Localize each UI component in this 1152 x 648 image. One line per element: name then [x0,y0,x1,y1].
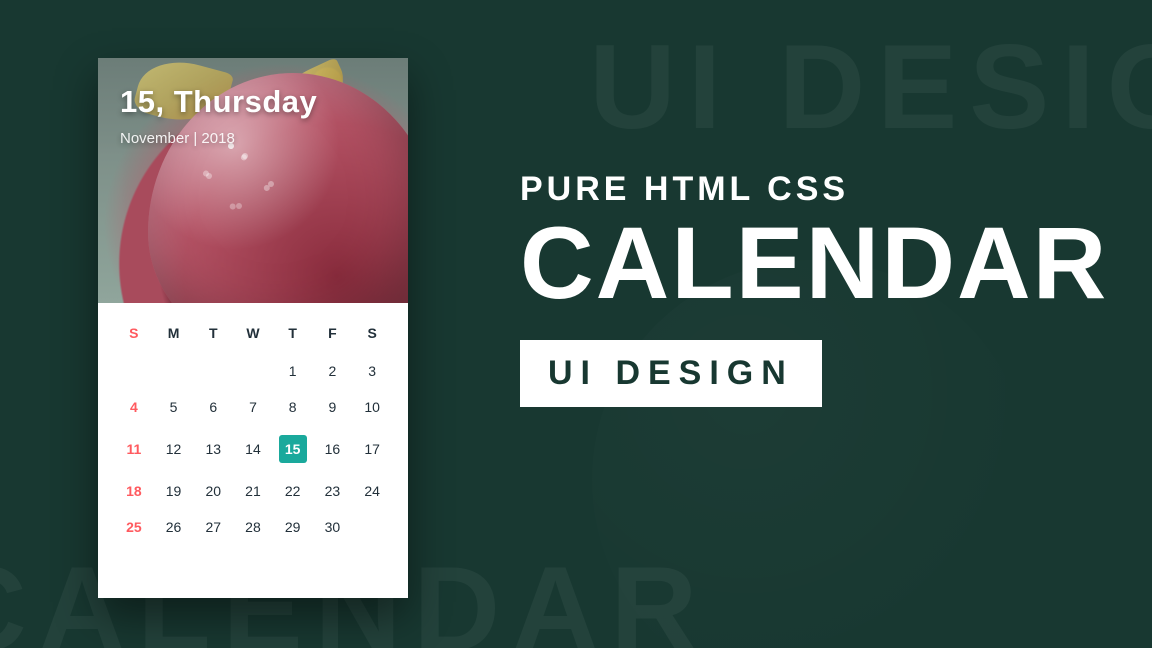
calendar-day-cell [352,509,392,545]
calendar-day-cell[interactable]: 13 [193,425,233,473]
calendar-hero: 15, Thursday November | 2018 [98,58,408,303]
calendar-day-cell [114,353,154,389]
calendar-day-cell [233,353,273,389]
calendar-day-cell[interactable]: 26 [154,509,194,545]
main-title-text: CALENDAR [520,215,1108,312]
weekday-header: W [233,315,273,353]
weekday-header: S [352,315,392,353]
calendar-day-cell[interactable]: 30 [313,509,353,545]
calendar-day-cell[interactable]: 8 [273,389,313,425]
calendar-day-cell[interactable]: 10 [352,389,392,425]
weekday-header: M [154,315,194,353]
calendar-day-cell[interactable]: 18 [114,473,154,509]
calendar-day-cell[interactable]: 23 [313,473,353,509]
current-date-heading: 15, Thursday [120,84,317,120]
weekday-header: T [273,315,313,353]
calendar-day-cell[interactable]: 3 [352,353,392,389]
calendar-day-cell[interactable]: 6 [193,389,233,425]
weekday-header: S [114,315,154,353]
calendar-day-cell[interactable]: 29 [273,509,313,545]
calendar-day-cell[interactable]: 28 [233,509,273,545]
calendar-day-cell[interactable]: 14 [233,425,273,473]
calendar-card: 15, Thursday November | 2018 SMTWTFS 123… [98,58,408,598]
calendar-day-cell [193,353,233,389]
calendar-day-cell[interactable]: 24 [352,473,392,509]
weekday-header: T [193,315,233,353]
subtitle-text: PURE HTML CSS [520,170,1108,209]
calendar-day-cell[interactable]: 4 [114,389,154,425]
weekday-header: F [313,315,353,353]
calendar-day-cell[interactable]: 11 [114,425,154,473]
calendar-day-cell[interactable]: 19 [154,473,194,509]
calendar-day-cell[interactable]: 21 [233,473,273,509]
calendar-day-cell[interactable]: 15 [273,425,313,473]
calendar-day-cell[interactable]: 20 [193,473,233,509]
title-block: PURE HTML CSS CALENDAR UI DESIGN [520,170,1108,407]
calendar-grid: SMTWTFS 12345678910111213141516171819202… [98,303,408,563]
calendar-day-cell[interactable]: 16 [313,425,353,473]
calendar-day-cell[interactable]: 1 [273,353,313,389]
calendar-table: SMTWTFS 12345678910111213141516171819202… [114,315,392,545]
calendar-day-cell[interactable]: 27 [193,509,233,545]
calendar-day-cell[interactable]: 9 [313,389,353,425]
current-month-year: November | 2018 [120,130,317,147]
calendar-day-cell [154,353,194,389]
calendar-day-cell[interactable]: 25 [114,509,154,545]
calendar-day-cell[interactable]: 22 [273,473,313,509]
calendar-day-cell[interactable]: 2 [313,353,353,389]
calendar-day-cell[interactable]: 5 [154,389,194,425]
calendar-day-cell[interactable]: 17 [352,425,392,473]
calendar-day-cell[interactable]: 12 [154,425,194,473]
badge-label: UI DESIGN [520,340,822,407]
ghost-text-top: UI DESIG [589,18,1152,156]
calendar-day-cell[interactable]: 7 [233,389,273,425]
